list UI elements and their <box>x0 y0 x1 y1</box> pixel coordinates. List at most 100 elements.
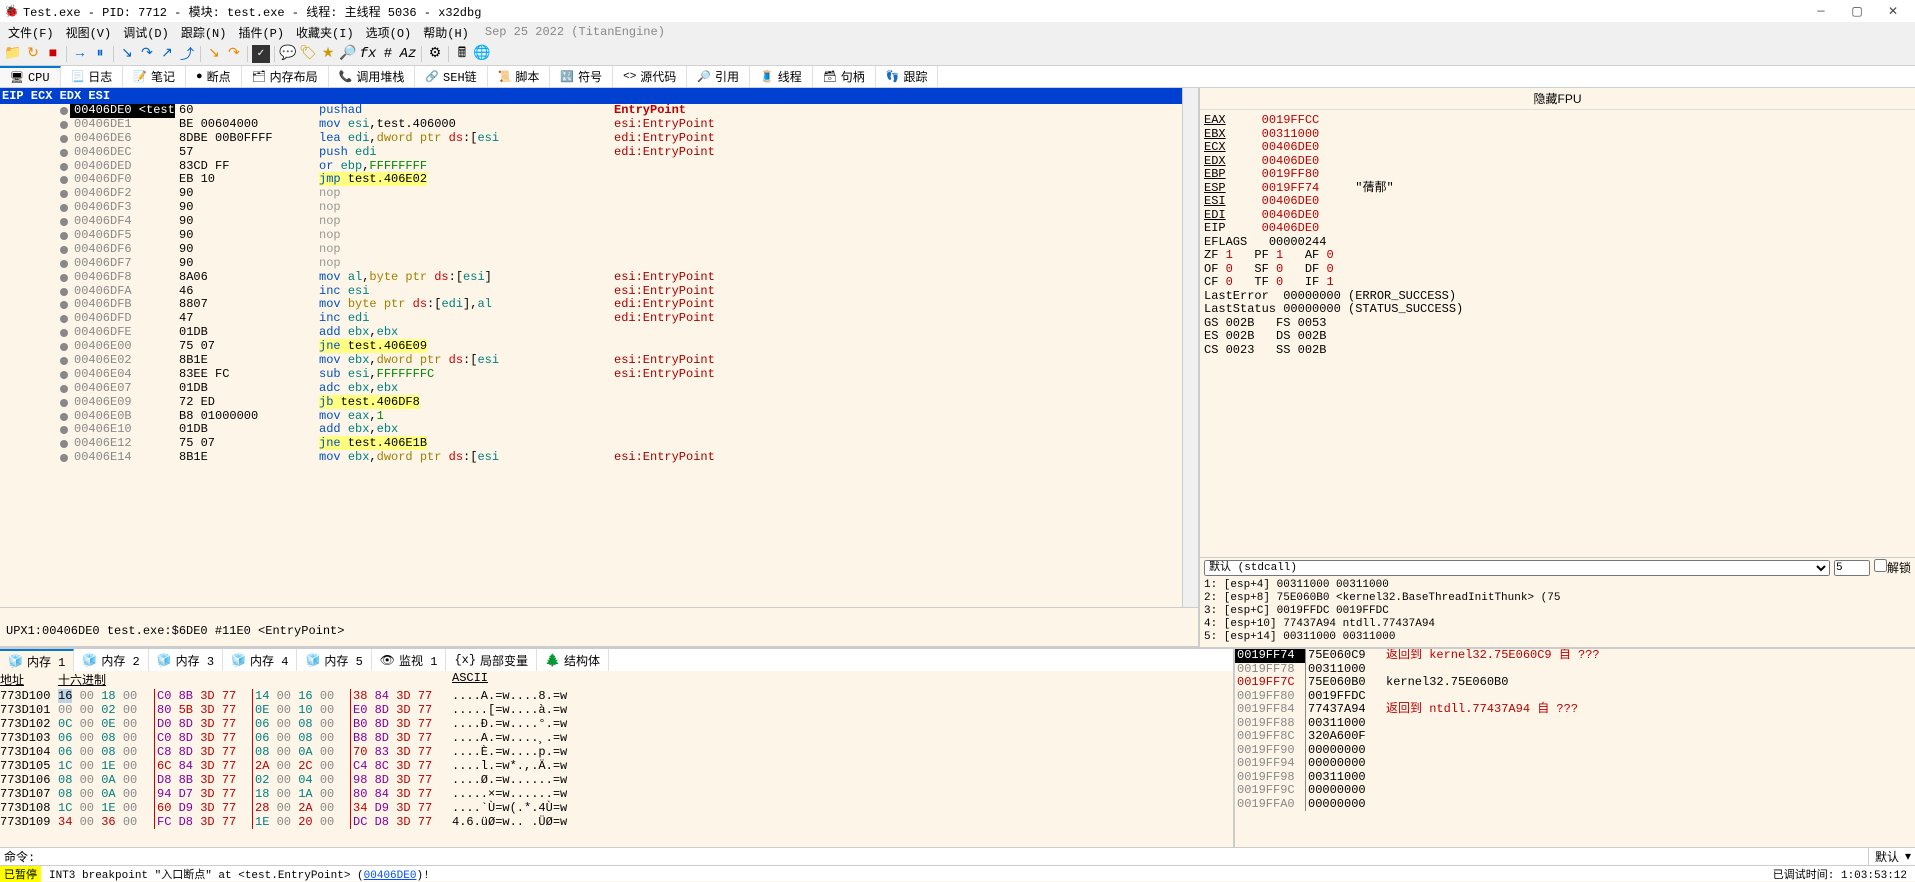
menu-item[interactable]: 帮助(H) <box>419 23 473 42</box>
restart-icon[interactable]: ↻ <box>24 45 42 63</box>
stack-row[interactable]: 0019FF8800311000 <box>1235 717 1915 731</box>
runto-icon[interactable]: ⤴ <box>178 45 196 63</box>
stop-icon[interactable]: ■ <box>44 45 62 63</box>
dump-row[interactable]: 773D10306 00 08 00C0 8D 3D 7706 00 08 00… <box>0 731 1233 745</box>
main-tab[interactable]: 🔎引用 <box>687 66 750 87</box>
disasm-row[interactable]: 00406DF0EB 10jmp test.406E02 <box>0 173 1182 187</box>
search-icon[interactable]: 🔎 <box>339 45 357 63</box>
menu-item[interactable]: 收藏夹(I) <box>292 23 358 42</box>
main-tab[interactable]: 🖥CPU <box>0 66 61 87</box>
main-tab[interactable]: 🗃句柄 <box>813 66 876 87</box>
unlock-check[interactable]: 解锁 <box>1874 559 1911 576</box>
stack-row[interactable]: 0019FF9800311000 <box>1235 771 1915 785</box>
disasm-row[interactable]: 00406DF290nop <box>0 187 1182 201</box>
dump-row[interactable]: 773D1020C 00 0E 00D0 8D 3D 7706 00 08 00… <box>0 717 1233 731</box>
dump-row[interactable]: 773D10100 00 02 0080 5B 3D 770E 00 10 00… <box>0 703 1233 717</box>
main-tab[interactable]: ●断点 <box>186 66 242 87</box>
registers-view[interactable]: EAX 0019FFCCEBX 00311000ECX 00406DE0 EDX… <box>1200 110 1915 557</box>
menu-item[interactable]: 调试(D) <box>119 23 173 42</box>
disasm-row[interactable]: 00406DE0 <test60pushadEntryPoint <box>0 104 1182 118</box>
dump-row[interactable]: 773D10406 00 08 00C8 8D 3D 7708 00 0A 00… <box>0 745 1233 759</box>
menu-item[interactable]: 文件(F) <box>4 23 58 42</box>
status-link[interactable]: 00406DE0 <box>364 870 417 882</box>
label-icon[interactable]: 🏷 <box>299 45 317 63</box>
call-args[interactable]: 1: [esp+4] 00311000 003110002: [esp+8] 7… <box>1200 577 1915 647</box>
main-tab[interactable]: 📜脚本 <box>488 66 551 87</box>
comment-icon[interactable]: 💬 <box>279 45 297 63</box>
hash-icon[interactable]: # <box>379 45 397 63</box>
stack-row[interactable]: 0019FF7475E060C9返回到 kernel32.75E060C9 自 … <box>1235 649 1915 663</box>
minimize-button[interactable]: — <box>1803 0 1839 22</box>
stepinto-icon[interactable]: ↘ <box>118 45 136 63</box>
main-tab[interactable]: 🔣符号 <box>550 66 613 87</box>
main-tab[interactable]: 📝笔记 <box>123 66 186 87</box>
menu-item[interactable]: 选项(O) <box>362 23 416 42</box>
disasm-row[interactable]: 00406E0972 EDjb test.406DF8 <box>0 396 1182 410</box>
disasm-row[interactable]: 00406E0483EE FCsub esi,FFFFFFFCesi:Entry… <box>0 368 1182 382</box>
config-label[interactable]: 默认 <box>1868 848 1905 865</box>
world-icon[interactable]: 🌐 <box>473 45 491 63</box>
trace-over-icon[interactable]: ↷ <box>225 45 243 63</box>
disasm-row[interactable]: 00406E0075 07jne test.406E09 <box>0 340 1182 354</box>
disasm-row[interactable]: 00406E1001DBadd ebx,ebx <box>0 423 1182 437</box>
close-button[interactable]: ✕ <box>1875 0 1911 22</box>
dump-row[interactable]: 773D10934 00 36 00FC D8 3D 771E 00 20 00… <box>0 815 1233 829</box>
stepover-icon[interactable]: ↷ <box>138 45 156 63</box>
stack-row[interactable]: 0019FF8C320A600F <box>1235 730 1915 744</box>
fpu-toggle[interactable]: 隐藏FPU <box>1200 88 1915 110</box>
menu-item[interactable]: 插件(P) <box>234 23 288 42</box>
dump-tab[interactable]: 🧊内存 4 <box>223 649 297 671</box>
disasm-row[interactable]: 00406DF390nop <box>0 201 1182 215</box>
disassembly-view[interactable]: EIP ECX EDX ESI 00406DE0 <test60pushadEn… <box>0 88 1198 607</box>
disasm-row[interactable]: 00406DE68DBE 00B0FFFFlea edi,dword ptr d… <box>0 132 1182 146</box>
bookmark-icon[interactable]: ★ <box>319 45 337 63</box>
dump-row[interactable]: 773D10608 00 0A 00D8 8B 3D 7702 00 04 00… <box>0 773 1233 787</box>
dump-tab[interactable]: {x}局部变量 <box>446 649 537 671</box>
stepout-icon[interactable]: ↗ <box>158 45 176 63</box>
dump-tab[interactable]: 🧊内存 3 <box>149 649 223 671</box>
stack-row[interactable]: 0019FF9000000000 <box>1235 744 1915 758</box>
main-tab[interactable]: <>源代码 <box>613 66 687 87</box>
stack-row[interactable]: 0019FF8477437A94返回到 ntdll.77437A94 自 ??? <box>1235 703 1915 717</box>
pause-icon[interactable]: ⏸ <box>91 45 109 63</box>
disasm-row[interactable]: 00406DFD47inc ediedi:EntryPoint <box>0 312 1182 326</box>
main-tab[interactable]: 📃日志 <box>61 66 124 87</box>
run-icon[interactable]: → <box>71 45 89 63</box>
disasm-row[interactable]: 00406DFE01DBadd ebx,ebx <box>0 326 1182 340</box>
disasm-row[interactable]: 00406DFA46inc esiesi:EntryPoint <box>0 285 1182 299</box>
disasm-row[interactable]: 00406E0BB8 01000000mov eax,1 <box>0 410 1182 424</box>
dump-row[interactable]: 773D1051C 00 1E 006C 84 3D 772A 00 2C 00… <box>0 759 1233 773</box>
main-tab[interactable]: 🧵线程 <box>750 66 813 87</box>
stack-row[interactable]: 0019FF7800311000 <box>1235 663 1915 677</box>
disasm-row[interactable]: 00406DE1BE 00604000mov esi,test.406000es… <box>0 118 1182 132</box>
disasm-row[interactable]: 00406DF690nop <box>0 243 1182 257</box>
disasm-row[interactable]: 00406DF88A06mov al,byte ptr ds:[esi]esi:… <box>0 271 1182 285</box>
stack-row[interactable]: 0019FFA000000000 <box>1235 798 1915 812</box>
stack-row[interactable]: 0019FF800019FFDC <box>1235 690 1915 704</box>
disasm-row[interactable]: 00406E148B1Emov ebx,dword ptr ds:[esiesi… <box>0 451 1182 465</box>
dump-tab[interactable]: 🧊内存 1 <box>0 649 74 671</box>
func-icon[interactable]: fx <box>359 45 377 63</box>
main-tab[interactable]: 🗂内存布局 <box>242 66 329 87</box>
disasm-row[interactable]: 00406DED83CD FFor ebp,FFFFFFFF <box>0 160 1182 174</box>
disasm-row[interactable]: 00406E0701DBadc ebx,ebx <box>0 382 1182 396</box>
menu-item[interactable]: 跟踪(N) <box>177 23 231 42</box>
stack-view[interactable]: 0019FF7475E060C9返回到 kernel32.75E060C9 自 … <box>1235 649 1915 847</box>
settings-icon[interactable]: ⚙ <box>426 45 444 63</box>
main-tab[interactable]: 📞调用堆栈 <box>329 66 416 87</box>
dump-tab[interactable]: 👁监视 1 <box>372 649 447 671</box>
dump-row[interactable]: 773D10016 00 18 00C0 8B 3D 7714 00 16 00… <box>0 689 1233 703</box>
open-icon[interactable]: 📁 <box>4 45 22 63</box>
dropdown-icon[interactable]: ▾ <box>1905 849 1911 864</box>
disasm-row[interactable]: 00406E1275 07jne test.406E1B <box>0 437 1182 451</box>
disasm-row[interactable]: 00406DF590nop <box>0 229 1182 243</box>
dump-tab[interactable]: 🌲结构体 <box>537 649 609 671</box>
main-tab[interactable]: 👣跟踪 <box>876 66 939 87</box>
disasm-row[interactable]: 00406E028B1Emov ebx,dword ptr ds:[esiesi… <box>0 354 1182 368</box>
menu-item[interactable]: 视图(V) <box>62 23 116 42</box>
dump-row[interactable]: 773D1081C 00 1E 0060 D9 3D 7728 00 2A 00… <box>0 801 1233 815</box>
callconv-select[interactable]: 默认 (stdcall) <box>1204 560 1830 576</box>
stack-row[interactable]: 0019FF9400000000 <box>1235 757 1915 771</box>
disasm-row[interactable]: 00406DEC57push ediedi:EntryPoint <box>0 146 1182 160</box>
dump-view[interactable]: 773D10016 00 18 00C0 8B 3D 7714 00 16 00… <box>0 689 1233 847</box>
